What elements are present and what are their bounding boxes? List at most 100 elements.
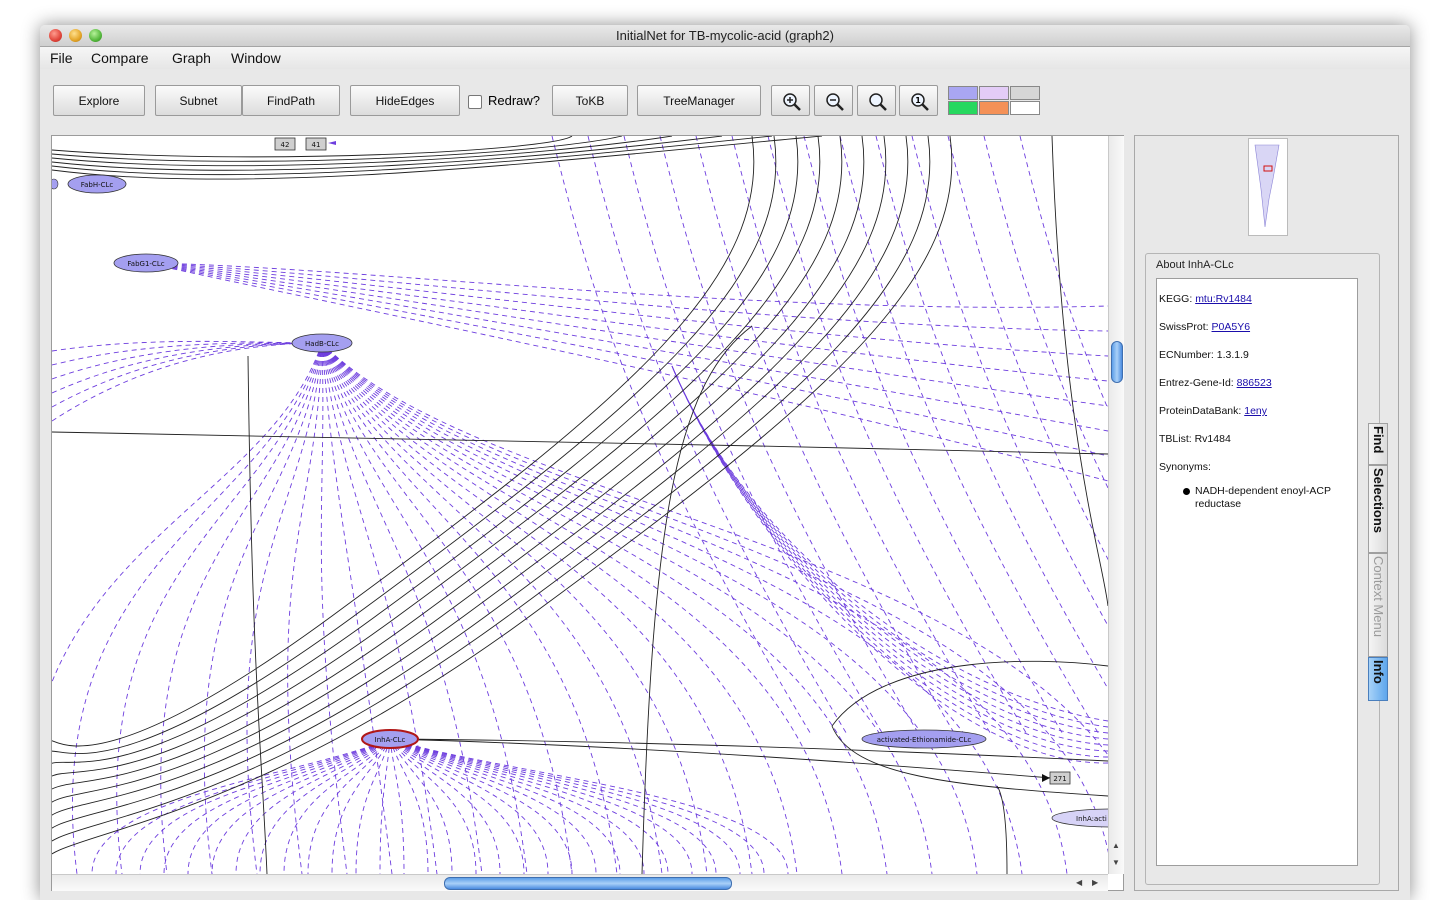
dashed-edge [839,136,1101,737]
dashed-edge [145,262,1108,308]
dashed-edge [321,342,978,874]
side-panel: About InhA-CLc KEGG: mtu:Rv1484 SwissPro… [1134,135,1399,891]
scroll-left-icon[interactable]: ◀ [1076,878,1082,887]
solid-edge [52,136,673,167]
ecnumber-row: ECNumber: 1.3.1.9 [1159,349,1249,361]
menu-file[interactable]: File [50,47,73,69]
swissprot-label: SwissProt: [1159,321,1209,333]
vertical-scroll-thumb[interactable] [1111,341,1123,383]
dashed-edge [767,136,1029,737]
box-42-label: 42 [281,141,290,149]
zoom-window-button[interactable] [89,29,102,42]
dashed-edge [321,342,798,874]
dashed-edge [331,738,391,874]
offscreen-node[interactable] [52,178,59,190]
zoom-actual-button[interactable]: 1 [899,85,938,116]
activated-ethionamide-label: activated-Ethionamide-CLc [877,736,972,744]
about-heading: About InhA-CLc [1156,259,1234,271]
dashed-edge [321,342,618,874]
swissprot-link[interactable]: P0A5Y6 [1212,321,1251,333]
scroll-up-icon[interactable]: ▲ [1112,841,1120,850]
dashed-edge [145,262,1108,457]
tab-selections[interactable]: Selections [1368,465,1388,553]
dashed-edge [389,738,429,874]
synonym-item: NADH-dependent enoyl-ACP reductase [1183,485,1355,511]
explore-button[interactable]: Explore [53,85,145,116]
menu-bar: File Compare Graph Window [40,47,1410,69]
color-swatch-4[interactable] [948,101,978,115]
dashed-edge [139,738,391,874]
pdb-link[interactable]: 1eny [1244,405,1267,417]
graph-overview-thumbnail[interactable] [1248,138,1288,236]
dashed-edge [389,738,765,874]
solid-edge [52,136,723,171]
menu-window[interactable]: Window [231,47,281,69]
zoom-out-button[interactable] [814,85,853,116]
dashed-edge [307,738,391,874]
dashed-edge [659,136,921,737]
dashed-edge [1019,136,1108,410]
tab-find[interactable]: Find [1368,423,1388,465]
dashed-edge [321,342,1068,874]
color-swatch-1[interactable] [948,86,978,100]
solid-edge [52,136,843,790]
tab-info[interactable]: Info [1368,657,1388,701]
solid-edge [52,136,777,755]
redraw-checkbox[interactable]: Redraw? [468,85,540,116]
dashed-edge [321,342,1023,874]
horizontal-scroll-thumb[interactable] [444,877,732,890]
arrowhead [1042,774,1050,782]
dashed-edge [321,342,438,874]
subnet-button[interactable]: Subnet [155,85,242,116]
dashed-edge [379,738,391,874]
menu-compare[interactable]: Compare [91,47,149,69]
dashed-edge [671,365,1108,752]
dashed-edge [145,262,1108,482]
scroll-right-icon[interactable]: ▶ [1092,878,1098,887]
solid-edge [996,785,1008,874]
solid-edge [52,136,953,855]
kegg-link[interactable]: mtu:Rv1484 [1195,293,1252,305]
zoom-fit-button[interactable] [857,85,896,116]
dashed-edge [321,342,663,874]
color-swatch-2[interactable] [979,86,1009,100]
network-graph[interactable]: FabH-CLc FabG1-CLc HadB-CLc InhA-CLc activat… [52,136,1108,874]
dashed-edge [116,342,323,874]
vertical-scrollbar[interactable]: ▲ ▼ [1108,136,1124,874]
dashed-edge [983,136,1108,489]
redraw-label: Redraw? [488,93,541,108]
hideedges-button[interactable]: HideEdges [350,85,460,116]
dashed-edge [803,136,1065,737]
dashed-edge [321,342,888,874]
solid-edge [1051,136,1108,607]
findpath-button[interactable]: FindPath [242,85,340,116]
graph-canvas[interactable]: FabH-CLc FabG1-CLc HadB-CLc InhA-CLc activat… [52,136,1108,874]
app-window: InitialNet for TB-mycolic-acid (graph2) … [40,25,1410,900]
dashed-edge [321,342,1108,855]
title-bar: InitialNet for TB-mycolic-acid (graph2) [40,25,1410,47]
entrez-link[interactable]: 886523 [1237,377,1272,389]
bullet-icon [1183,488,1190,495]
arrowhead [328,141,336,145]
dashed-edge [389,738,525,874]
zoom-in-button[interactable] [771,85,810,116]
close-window-button[interactable] [49,29,62,42]
color-swatch-5[interactable] [979,101,1009,115]
entrez-label: Entrez-Gene-Id: [1159,377,1234,389]
minimize-window-button[interactable] [69,29,82,42]
checkbox-box-icon[interactable] [468,94,482,109]
tblist-row: TBList: Rv1484 [1159,433,1231,445]
menu-graph[interactable]: Graph [172,47,211,69]
color-swatch-3[interactable] [1010,86,1040,100]
tokb-button[interactable]: ToKB [552,85,628,116]
horizontal-scrollbar[interactable]: ◀ ▶ [52,874,1108,891]
dashed-edge [389,738,405,874]
tab-context-menu[interactable]: Context Menu [1368,553,1388,657]
scroll-down-icon[interactable]: ▼ [1112,858,1120,867]
treemanager-button[interactable]: TreeManager [637,85,761,116]
dashed-edge [321,342,483,874]
dashed-edge [321,342,1108,756]
color-swatch-6[interactable] [1010,101,1040,115]
fabh-label: FabH-CLc [81,181,114,189]
info-content: KEGG: mtu:Rv1484 SwissProt: P0A5Y6 ECNum… [1156,278,1358,866]
